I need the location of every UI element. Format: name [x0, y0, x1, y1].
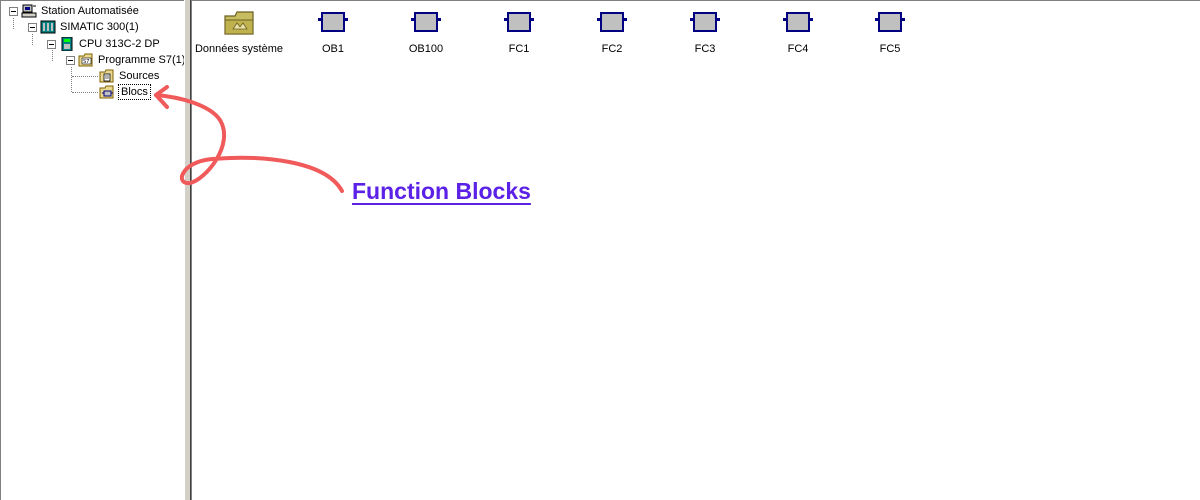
block-icon [875, 12, 905, 32]
item-label: FC4 [787, 43, 809, 55]
item-label: Données système [194, 43, 284, 55]
tree-node-label: Sources [119, 70, 160, 82]
annotation-callout: Function Blocks [352, 178, 531, 204]
item-label: FC1 [508, 43, 530, 55]
collapse-toggle-icon[interactable] [28, 22, 37, 32]
block-icon [597, 12, 627, 32]
cpu-icon [61, 37, 73, 51]
item-label: FC2 [601, 43, 623, 55]
item-fc1[interactable]: FC1 [474, 9, 564, 55]
sources-folder-icon [99, 69, 114, 83]
item-ob1[interactable]: OB1 [288, 9, 378, 55]
tree-node-station[interactable]: Station Automatisée [9, 3, 140, 19]
block-icon [411, 12, 441, 32]
project-tree[interactable]: Station Automatisée SIMATIC 300(1) CPU 3… [0, 0, 186, 500]
svg-text:S7: S7 [83, 59, 89, 65]
tree-node-sources[interactable]: Sources [99, 68, 160, 84]
tree-connector [72, 76, 98, 77]
item-ob100[interactable]: OB100 [381, 9, 471, 55]
tree-node-label: CPU 313C-2 DP [79, 38, 160, 50]
tree-connector [72, 92, 98, 93]
s7-program-icon: S7 [78, 53, 93, 67]
tree-node-cpu[interactable]: CPU 313C-2 DP [47, 36, 161, 52]
block-icon [690, 12, 720, 32]
collapse-toggle-icon[interactable] [9, 6, 18, 16]
block-icon [318, 12, 348, 32]
blocks-folder-icon [99, 85, 114, 99]
item-label: FC3 [694, 43, 716, 55]
tree-node-label: Station Automatisée [41, 5, 139, 17]
tree-connector [13, 18, 14, 29]
item-fc3[interactable]: FC3 [660, 9, 750, 55]
block-icon [783, 12, 813, 32]
block-icon [504, 12, 534, 32]
item-label: FC5 [879, 43, 901, 55]
item-label: OB100 [408, 43, 444, 55]
item-fc4[interactable]: FC4 [753, 9, 843, 55]
item-fc2[interactable]: FC2 [567, 9, 657, 55]
item-fc5[interactable]: FC5 [845, 9, 935, 55]
tree-node-program[interactable]: S7 Programme S7(1) [66, 52, 186, 68]
station-icon [21, 4, 37, 18]
collapse-toggle-icon[interactable] [66, 55, 75, 65]
annotation-arrow-icon [154, 85, 344, 193]
tree-node-label: Blocs [118, 84, 151, 100]
tree-connector [32, 34, 33, 45]
blocks-list-view[interactable]: Données système OB1 OB100 FC1 FC2 FC3 FC… [192, 0, 1200, 500]
tree-node-label: Programme S7(1) [98, 54, 186, 66]
tree-connector [71, 67, 72, 92]
tree-node-blocks[interactable]: Blocs [99, 84, 151, 100]
rack-icon [40, 20, 56, 34]
system-data-icon [224, 11, 254, 35]
collapse-toggle-icon[interactable] [47, 39, 56, 49]
item-label: OB1 [321, 43, 344, 55]
tree-node-label: SIMATIC 300(1) [60, 21, 139, 33]
pane-splitter[interactable] [184, 0, 192, 500]
item-system-data[interactable]: Données système [194, 9, 284, 55]
tree-node-rack[interactable]: SIMATIC 300(1) [28, 19, 140, 35]
